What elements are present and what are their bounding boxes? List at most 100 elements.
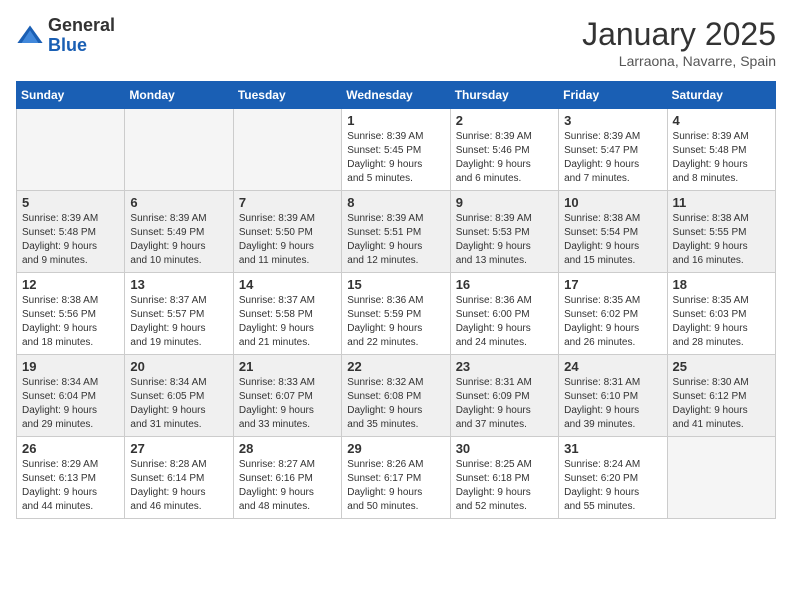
calendar-week-row: 19Sunrise: 8:34 AM Sunset: 6:04 PM Dayli… — [17, 355, 776, 437]
day-number: 4 — [673, 113, 770, 128]
calendar-cell: 6 Sunrise: 8:39 AM Sunset: 5:49 PM Daylig… — [125, 191, 233, 273]
day-number: 15 — [347, 277, 444, 292]
day-info: Sunrise: 8:39 AM Sunset: 5:51 PM Dayligh… — [347, 212, 444, 268]
calendar-cell: 20 Sunrise: 8:34 AM Sunset: 6:05 PM Dayli… — [125, 355, 233, 437]
day-info: Sunrise: 8:31 AM Sunset: 6:09 PM Dayligh… — [456, 376, 553, 432]
calendar-cell: 21 Sunrise: 8:33 AM Sunset: 6:07 PM Dayli… — [233, 355, 341, 437]
day-number: 16 — [456, 277, 553, 292]
calendar-cell: 5Sunrise: 8:39 AM Sunset: 5:48 PM Daylig… — [17, 191, 125, 273]
day-number: 10 — [564, 195, 661, 210]
day-info: Sunrise: 8:37 AM Sunset: 5:57 PM Dayligh… — [130, 294, 227, 350]
calendar-week-row: 26Sunrise: 8:29 AM Sunset: 6:13 PM Dayli… — [17, 437, 776, 519]
calendar-cell: 18Sunrise: 8:35 AM Sunset: 6:03 PM Dayli… — [667, 273, 775, 355]
calendar-cell: 12 Sunrise: 8:38 AM Sunset: 5:56 PM Dayli… — [17, 273, 125, 355]
day-number: 9 — [456, 195, 553, 210]
weekday-header-thursday: Thursday — [450, 82, 558, 109]
weekday-header-tuesday: Tuesday — [233, 82, 341, 109]
calendar-cell: 23 Sunrise: 8:31 AM Sunset: 6:09 PM Dayli… — [450, 355, 558, 437]
day-info: Sunrise: 8:33 AM Sunset: 6:07 PM Dayligh… — [239, 376, 336, 432]
calendar-cell: 26Sunrise: 8:29 AM Sunset: 6:13 PM Dayli… — [17, 437, 125, 519]
day-info: Sunrise: 8:39 AM Sunset: 5:46 PM Dayligh… — [456, 130, 553, 186]
day-number: 12 — [22, 277, 119, 292]
day-info: Sunrise: 8:39 AM Sunset: 5:47 PM Dayligh… — [564, 130, 661, 186]
day-number: 25 — [673, 359, 770, 374]
weekday-header-saturday: Saturday — [667, 82, 775, 109]
day-number: 22 — [347, 359, 444, 374]
calendar-cell — [17, 109, 125, 191]
day-number: 28 — [239, 441, 336, 456]
calendar-table: SundayMondayTuesdayWednesdayThursdayFrid… — [16, 81, 776, 519]
day-info: Sunrise: 8:39 AM Sunset: 5:45 PM Dayligh… — [347, 130, 444, 186]
calendar-cell: 10 Sunrise: 8:38 AM Sunset: 5:54 PM Dayli… — [559, 191, 667, 273]
day-info: Sunrise: 8:35 AM Sunset: 6:02 PM Dayligh… — [564, 294, 661, 350]
page-header: General Blue January 2025 Larraona, Nava… — [16, 16, 776, 69]
day-info: Sunrise: 8:39 AM Sunset: 5:48 PM Dayligh… — [673, 130, 770, 186]
weekday-header-sunday: Sunday — [17, 82, 125, 109]
day-number: 13 — [130, 277, 227, 292]
day-number: 11 — [673, 195, 770, 210]
day-info: Sunrise: 8:38 AM Sunset: 5:56 PM Dayligh… — [22, 294, 119, 350]
calendar-cell: 9 Sunrise: 8:39 AM Sunset: 5:53 PM Daylig… — [450, 191, 558, 273]
month-title: January 2025 — [582, 16, 776, 53]
calendar-cell: 24 Sunrise: 8:31 AM Sunset: 6:10 PM Dayli… — [559, 355, 667, 437]
calendar-cell: 8 Sunrise: 8:39 AM Sunset: 5:51 PM Daylig… — [342, 191, 450, 273]
day-number: 27 — [130, 441, 227, 456]
day-info: Sunrise: 8:34 AM Sunset: 6:05 PM Dayligh… — [130, 376, 227, 432]
calendar-cell: 31Sunrise: 8:24 AM Sunset: 6:20 PM Dayli… — [559, 437, 667, 519]
day-info: Sunrise: 8:27 AM Sunset: 6:16 PM Dayligh… — [239, 458, 336, 514]
calendar-cell: 30 Sunrise: 8:25 AM Sunset: 6:18 PM Dayli… — [450, 437, 558, 519]
day-info: Sunrise: 8:36 AM Sunset: 6:00 PM Dayligh… — [456, 294, 553, 350]
calendar-cell: 1 Sunrise: 8:39 AM Sunset: 5:45 PM Daylig… — [342, 109, 450, 191]
day-number: 20 — [130, 359, 227, 374]
calendar-week-row: 5Sunrise: 8:39 AM Sunset: 5:48 PM Daylig… — [17, 191, 776, 273]
logo: General Blue — [16, 16, 115, 56]
logo-text: General Blue — [48, 16, 115, 56]
calendar-cell: 16 Sunrise: 8:36 AM Sunset: 6:00 PM Dayli… — [450, 273, 558, 355]
day-info: Sunrise: 8:39 AM Sunset: 5:53 PM Dayligh… — [456, 212, 553, 268]
day-info: Sunrise: 8:38 AM Sunset: 5:54 PM Dayligh… — [564, 212, 661, 268]
calendar-cell — [667, 437, 775, 519]
calendar-cell: 3 Sunrise: 8:39 AM Sunset: 5:47 PM Daylig… — [559, 109, 667, 191]
calendar-cell: 29 Sunrise: 8:26 AM Sunset: 6:17 PM Dayli… — [342, 437, 450, 519]
calendar-cell: 15Sunrise: 8:36 AM Sunset: 5:59 PM Dayli… — [342, 273, 450, 355]
day-info: Sunrise: 8:39 AM Sunset: 5:49 PM Dayligh… — [130, 212, 227, 268]
logo-icon — [16, 22, 44, 50]
weekday-header-row: SundayMondayTuesdayWednesdayThursdayFrid… — [17, 82, 776, 109]
calendar-cell: 28 Sunrise: 8:27 AM Sunset: 6:16 PM Dayli… — [233, 437, 341, 519]
day-number: 24 — [564, 359, 661, 374]
calendar-cell: 14Sunrise: 8:37 AM Sunset: 5:58 PM Dayli… — [233, 273, 341, 355]
day-number: 3 — [564, 113, 661, 128]
weekday-header-friday: Friday — [559, 82, 667, 109]
day-number: 30 — [456, 441, 553, 456]
weekday-header-wednesday: Wednesday — [342, 82, 450, 109]
day-info: Sunrise: 8:30 AM Sunset: 6:12 PM Dayligh… — [673, 376, 770, 432]
day-number: 1 — [347, 113, 444, 128]
day-info: Sunrise: 8:37 AM Sunset: 5:58 PM Dayligh… — [239, 294, 336, 350]
day-number: 18 — [673, 277, 770, 292]
calendar-cell: 25 Sunrise: 8:30 AM Sunset: 6:12 PM Dayli… — [667, 355, 775, 437]
day-info: Sunrise: 8:26 AM Sunset: 6:17 PM Dayligh… — [347, 458, 444, 514]
day-info: Sunrise: 8:28 AM Sunset: 6:14 PM Dayligh… — [130, 458, 227, 514]
day-info: Sunrise: 8:31 AM Sunset: 6:10 PM Dayligh… — [564, 376, 661, 432]
calendar-cell — [233, 109, 341, 191]
calendar-cell: 13 Sunrise: 8:37 AM Sunset: 5:57 PM Dayli… — [125, 273, 233, 355]
day-number: 23 — [456, 359, 553, 374]
day-number: 7 — [239, 195, 336, 210]
day-number: 2 — [456, 113, 553, 128]
day-info: Sunrise: 8:39 AM Sunset: 5:48 PM Dayligh… — [22, 212, 119, 268]
day-info: Sunrise: 8:25 AM Sunset: 6:18 PM Dayligh… — [456, 458, 553, 514]
day-number: 8 — [347, 195, 444, 210]
calendar-cell — [125, 109, 233, 191]
location: Larraona, Navarre, Spain — [582, 53, 776, 69]
day-number: 29 — [347, 441, 444, 456]
calendar-cell: 7 Sunrise: 8:39 AM Sunset: 5:50 PM Daylig… — [233, 191, 341, 273]
day-number: 6 — [130, 195, 227, 210]
day-info: Sunrise: 8:29 AM Sunset: 6:13 PM Dayligh… — [22, 458, 119, 514]
day-info: Sunrise: 8:34 AM Sunset: 6:04 PM Dayligh… — [22, 376, 119, 432]
weekday-header-monday: Monday — [125, 82, 233, 109]
calendar-cell: 11Sunrise: 8:38 AM Sunset: 5:55 PM Dayli… — [667, 191, 775, 273]
calendar-cell: 27 Sunrise: 8:28 AM Sunset: 6:14 PM Dayli… — [125, 437, 233, 519]
day-number: 21 — [239, 359, 336, 374]
calendar-week-row: 12 Sunrise: 8:38 AM Sunset: 5:56 PM Dayli… — [17, 273, 776, 355]
day-info: Sunrise: 8:39 AM Sunset: 5:50 PM Dayligh… — [239, 212, 336, 268]
